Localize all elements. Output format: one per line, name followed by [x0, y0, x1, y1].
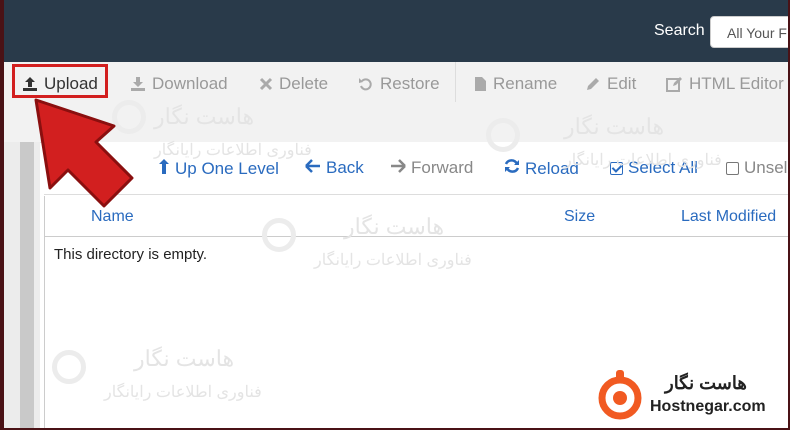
back-button[interactable]: Back: [305, 158, 364, 178]
rename-label: Rename: [493, 74, 558, 93]
forward-label: Forward: [411, 158, 474, 177]
up-one-level-label: Up One Level: [175, 159, 279, 178]
edit-button[interactable]: Edit: [585, 72, 636, 96]
upload-highlight-box: [12, 64, 108, 98]
column-size[interactable]: Size: [564, 208, 595, 226]
download-label: Download: [152, 74, 228, 93]
hostnegar-logo-icon: [598, 370, 642, 420]
watermark-brand: هاست نگار: [154, 104, 255, 129]
up-one-level-button[interactable]: Up One Level: [158, 158, 279, 180]
rename-button[interactable]: Rename: [474, 72, 557, 96]
back-label: Back: [326, 158, 364, 177]
brand-title: هاست نگار: [665, 373, 747, 393]
undo-icon: [358, 76, 374, 92]
forward-button[interactable]: Forward: [390, 158, 473, 178]
checkbox-empty-icon: [726, 161, 739, 175]
watermark-logo: [262, 218, 296, 252]
watermark-logo: [486, 118, 520, 152]
unselect-all-button[interactable]: Unsele: [726, 158, 788, 178]
brand-url: Hostnegar.com: [650, 398, 766, 415]
search-input[interactable]: All Your F: [710, 16, 788, 48]
arrow-right-icon: [390, 158, 406, 178]
top-bar: Search All Your F: [4, 0, 788, 62]
download-button[interactable]: Download: [130, 72, 228, 96]
toolbar-divider: [455, 62, 456, 102]
arrow-left-icon: [305, 158, 321, 178]
close-icon: [259, 77, 273, 91]
html-editor-button[interactable]: HTML Editor: [666, 72, 784, 96]
pointer-arrow-icon: [34, 98, 134, 208]
download-icon: [130, 76, 146, 92]
watermark-tagline: فناوری اطلاعات رایانگار: [564, 152, 722, 169]
edit-label: Edit: [607, 74, 637, 93]
table-border: [44, 196, 45, 428]
search-label: Search: [654, 22, 705, 39]
pencil-icon: [585, 76, 601, 92]
edit-square-icon: [666, 76, 683, 92]
watermark-brand: هاست نگار: [344, 214, 445, 239]
unselect-all-label: Unsele: [744, 158, 788, 177]
restore-button[interactable]: Restore: [358, 72, 440, 96]
file-icon: [474, 76, 487, 92]
arrow-up-icon: [158, 158, 170, 180]
column-last-modified[interactable]: Last Modified: [681, 208, 776, 226]
file-manager-window: Search All Your F Upload Download Delete: [4, 0, 788, 428]
watermark-brand: هاست نگار: [134, 346, 235, 371]
watermark-brand: هاست نگار: [564, 114, 665, 139]
empty-directory-message: This directory is empty.: [54, 246, 208, 263]
delete-label: Delete: [279, 74, 329, 93]
delete-button[interactable]: Delete: [259, 72, 328, 96]
watermark-tagline: فناوری اطلاعات رایانگار: [154, 142, 312, 159]
watermark-logo: [52, 350, 86, 384]
watermark-tagline: فناوری اطلاعات رایانگار: [104, 384, 262, 401]
html-editor-label: HTML Editor: [689, 74, 784, 93]
restore-label: Restore: [380, 74, 440, 93]
refresh-icon: [504, 158, 520, 179]
watermark-tagline: فناوری اطلاعات رایانگار: [314, 252, 472, 269]
